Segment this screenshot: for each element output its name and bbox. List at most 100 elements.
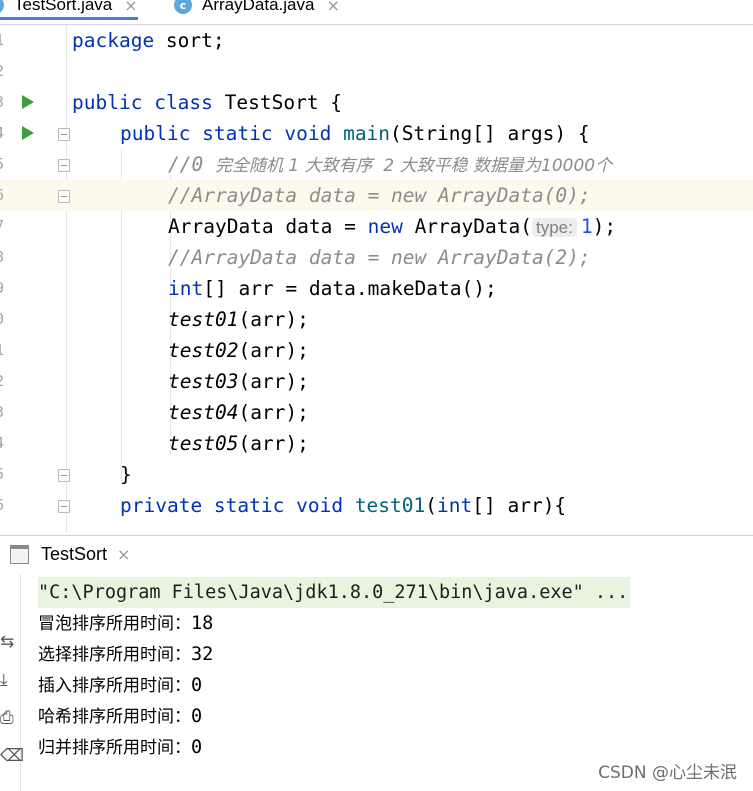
console-output-line: 归并排序所用时间：0 (38, 732, 202, 764)
code-line: 3 public class TestSort { (0, 87, 753, 118)
fold-icon[interactable] (58, 469, 70, 482)
output-value: 0 (191, 675, 203, 696)
fold-icon[interactable] (58, 128, 70, 141)
line-number: 2 (0, 366, 15, 397)
run-tool-window: TestSort × ⇆ ⤓ ⎙ ⌫ "C:\Program Files\Jav… (0, 535, 753, 791)
run-main-icon[interactable] (22, 126, 34, 140)
code-text: ArrayData data = (168, 215, 368, 238)
line-number: 4 (0, 428, 15, 459)
keyword: public static void (120, 122, 332, 145)
code-text: (arr); (238, 308, 309, 331)
code-text: ArrayData( (402, 215, 532, 238)
line-number: 5 (0, 459, 15, 490)
method-call: test02 (168, 339, 239, 362)
close-icon[interactable]: × (326, 0, 339, 15)
java-class-icon: c (0, 0, 4, 14)
code-line: 4 test05(arr); (0, 428, 753, 459)
tab-label: ArrayData.java (202, 0, 315, 14)
code-line: 7 ArrayData data = new ArrayData(type:1)… (0, 211, 753, 242)
method-name: test01 (354, 494, 426, 517)
code-line: 5 //0 完全随机 1 大致有序 2 大致平稳 数据量为10000个 (0, 149, 753, 180)
output-value: 32 (191, 644, 214, 665)
code-text: sort; (154, 29, 225, 52)
output-label: 冒泡排序所用时间： (38, 614, 191, 634)
console-output-line: 冒泡排序所用时间：18 (38, 608, 213, 640)
line-number: 5 (0, 149, 15, 180)
line-number: 1 (0, 335, 15, 366)
line-number: 1 (0, 25, 15, 56)
console-icon (10, 544, 29, 564)
code-text: ); (592, 215, 617, 238)
comment: //0 (168, 153, 215, 176)
run-tab-label: TestSort (41, 543, 108, 564)
line-number: 9 (0, 273, 15, 304)
comment: 完全随机 1 大致有序 2 大致平稳 数据量为10000个 (214, 156, 613, 176)
output-label: 选择排序所用时间： (38, 645, 191, 665)
code-line: 9 int[] arr = data.makeData(); (0, 273, 753, 304)
code-text: (arr); (238, 432, 309, 455)
code-line-current: 6 //ArrayData data = new ArrayData(0); (0, 180, 753, 211)
code-text: (arr); (238, 401, 309, 424)
code-text: (arr); (238, 339, 309, 362)
code-line: 3 test04(arr); (0, 397, 753, 428)
run-class-icon[interactable] (22, 95, 34, 109)
console-toolbar: ⇆ ⤓ ⎙ ⌫ (0, 574, 24, 791)
watermark: CSDN @心尘未泯 (598, 763, 737, 783)
method-name: main (343, 122, 391, 145)
keyword: int (168, 277, 204, 300)
close-icon[interactable]: × (117, 545, 130, 564)
java-class-icon: c (174, 0, 192, 14)
console-output-line: 哈希排序所用时间：0 (38, 701, 202, 733)
output-value: 18 (191, 613, 214, 634)
clear-icon[interactable]: ⌫ (0, 746, 24, 766)
method-call: test04 (168, 401, 239, 424)
print-icon[interactable]: ⎙ (0, 708, 14, 728)
line-number: 2 (0, 56, 15, 87)
code-line: 2 test03(arr); (0, 366, 753, 397)
line-number: 8 (0, 242, 15, 273)
comment: //ArrayData data = new ArrayData(0); (168, 184, 591, 207)
code-text: (arr); (238, 370, 309, 393)
run-tab-testsort[interactable]: TestSort × (0, 536, 130, 572)
output-value: 0 (191, 706, 203, 727)
fold-icon[interactable] (58, 500, 70, 513)
fold-icon[interactable] (58, 190, 70, 203)
method-call: test03 (168, 370, 239, 393)
code-line: 1 package sort; (0, 25, 753, 56)
comment: //ArrayData data = new ArrayData(2); (168, 246, 591, 269)
keyword: int (437, 494, 473, 517)
code-line: 8 //ArrayData data = new ArrayData(2); (0, 242, 753, 273)
output-label: 归并排序所用时间： (38, 738, 191, 758)
line-number: 3 (0, 87, 15, 118)
tab-label: TestSort.java (14, 0, 113, 14)
close-icon[interactable]: × (124, 0, 137, 15)
editor-tab-bar: c TestSort.java × c ArrayData.java × (0, 0, 753, 25)
line-number: 4 (0, 118, 15, 149)
output-label: 哈希排序所用时间： (38, 707, 191, 727)
scroll-to-end-icon[interactable]: ⤓ (0, 670, 8, 690)
line-number: 7 (0, 211, 15, 242)
code-text: } (120, 463, 132, 486)
keyword: new (367, 215, 403, 238)
soft-wrap-icon[interactable]: ⇆ (0, 632, 14, 652)
tab-testsort-java[interactable]: c TestSort.java × (0, 0, 138, 20)
console-output-line: 选择排序所用时间：32 (38, 639, 213, 671)
code-text: ( (425, 494, 438, 517)
tab-arraydata-java[interactable]: c ArrayData.java × (174, 0, 340, 17)
console-output-line: 插入排序所用时间：0 (38, 670, 202, 702)
line-number: 6 (0, 490, 15, 521)
number-literal: 1 (580, 215, 593, 238)
fold-icon[interactable] (58, 159, 70, 172)
console-command-line: "C:\Program Files\Java\jdk1.8.0_271\bin\… (38, 577, 631, 608)
code-line: 4 public static void main(String[] args)… (0, 118, 753, 149)
line-number: 0 (0, 304, 15, 335)
keyword: class (154, 91, 213, 114)
method-call: test01 (168, 308, 239, 331)
code-text: TestSort { (212, 91, 343, 114)
code-text: (String[] args) { (390, 122, 590, 145)
code-editor[interactable]: 1 package sort; 2 3 public class TestSor… (0, 25, 753, 533)
line-number: 3 (0, 397, 15, 428)
code-text: [] arr = data.makeData(); (203, 277, 497, 300)
code-line: 5 } (0, 459, 753, 490)
method-call: test05 (168, 432, 239, 455)
